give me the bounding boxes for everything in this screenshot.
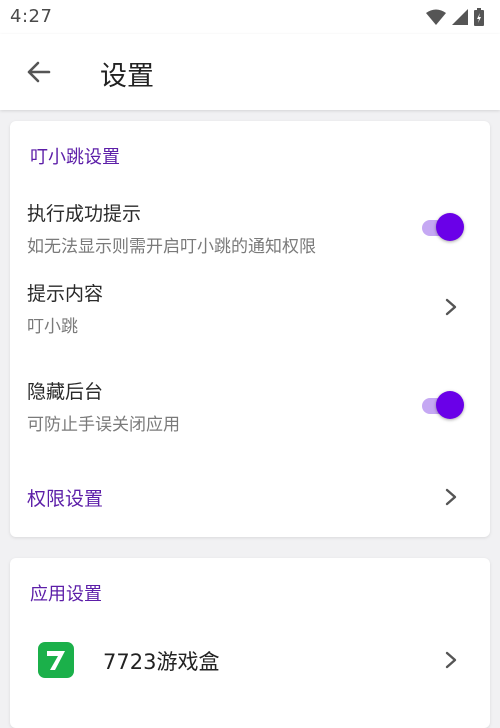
- permissions-label: 权限设置: [27, 488, 104, 510]
- 7723-logo-icon: [38, 642, 74, 678]
- dingxiaotiao-settings-card: 叮小跳设置 执行成功提示 如无法显示则需开启叮小跳的通知权限 提示内容 叮小跳 …: [10, 121, 490, 537]
- page-title: 设置: [100, 61, 154, 92]
- chevron-right-icon: [445, 651, 457, 669]
- seven-glyph-icon: [47, 651, 65, 670]
- section-header-app-settings: 应用设置: [30, 584, 102, 605]
- toggle-thumb: [436, 391, 464, 419]
- app-7723-title: 7723游戏盒: [103, 650, 220, 674]
- section-header-dingxiaotiao: 叮小跳设置: [30, 147, 120, 168]
- success-tip-subtitle: 如无法显示则需开启叮小跳的通知权限: [27, 237, 316, 257]
- tip-content-subtitle: 叮小跳: [27, 317, 78, 337]
- hide-background-row[interactable]: 隐藏后台 可防止手误关闭应用: [10, 369, 490, 441]
- tip-content-title: 提示内容: [27, 283, 104, 305]
- battery-icon: [474, 8, 484, 26]
- hide-background-subtitle: 可防止手误关闭应用: [27, 415, 180, 435]
- chevron-right-icon: [445, 298, 457, 316]
- app-settings-card: 应用设置 7723游戏盒: [10, 558, 490, 728]
- tip-content-row[interactable]: 提示内容 叮小跳: [10, 271, 490, 341]
- arrow-left-icon: [27, 61, 51, 83]
- permissions-row[interactable]: 权限设置: [10, 471, 490, 523]
- app-7723-row[interactable]: 7723游戏盒: [10, 632, 490, 688]
- status-time: 4:27: [10, 6, 53, 27]
- status-bar: 4:27: [0, 0, 500, 34]
- chevron-right-icon: [445, 488, 457, 506]
- success-tip-row[interactable]: 执行成功提示 如无法显示则需开启叮小跳的通知权限: [10, 191, 490, 263]
- app-bar: 设置: [0, 34, 500, 110]
- signal-icon: [452, 9, 468, 25]
- status-icons: [426, 8, 484, 26]
- back-button[interactable]: [20, 54, 56, 90]
- wifi-icon: [426, 9, 446, 25]
- success-tip-title: 执行成功提示: [27, 203, 142, 225]
- success-tip-toggle[interactable]: [420, 212, 468, 242]
- toggle-thumb: [436, 213, 464, 241]
- hide-background-title: 隐藏后台: [27, 381, 104, 403]
- hide-background-toggle[interactable]: [420, 390, 468, 420]
